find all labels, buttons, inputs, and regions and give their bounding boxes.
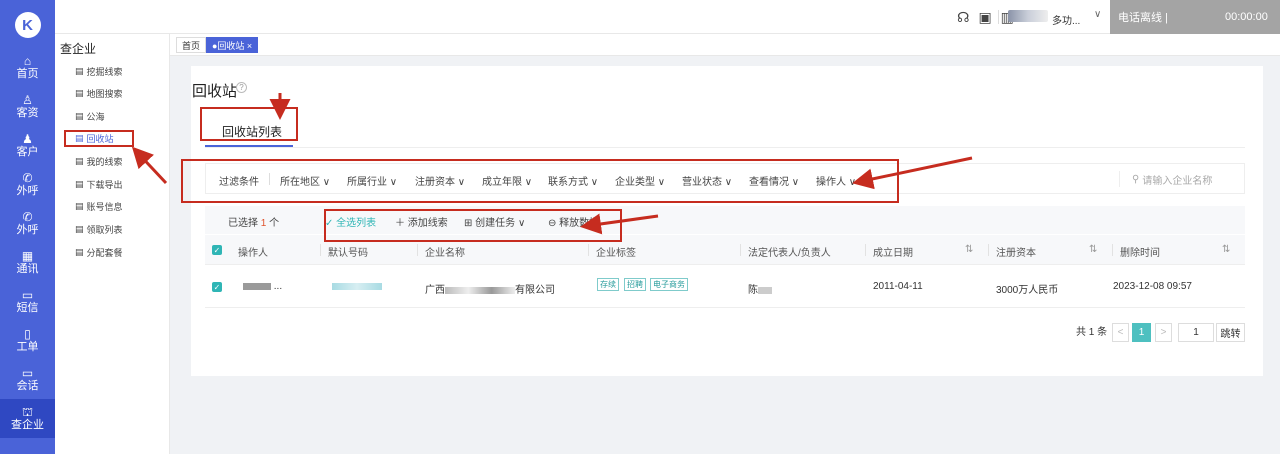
annotation-arrows [131, 93, 973, 235]
arrow-to-filters [852, 156, 973, 190]
arrow-to-actions [580, 213, 659, 235]
arrow-to-sidebar [131, 146, 168, 185]
